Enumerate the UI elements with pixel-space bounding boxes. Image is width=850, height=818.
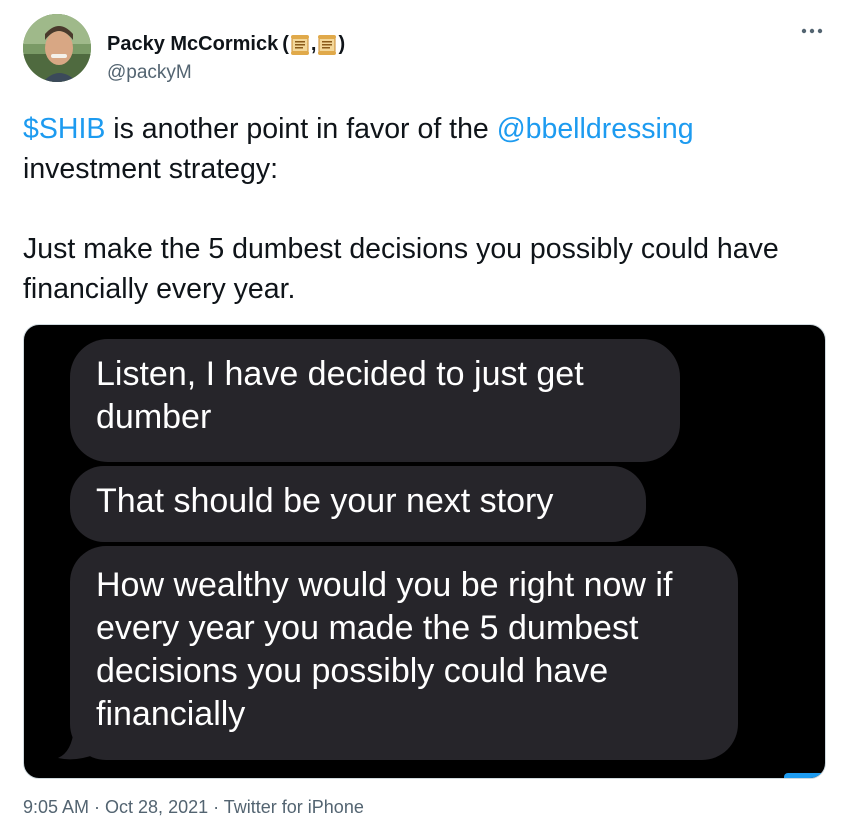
media-overlay-badge: [784, 773, 825, 778]
tweet-timestamp[interactable]: 9:05 AM · Oct 28, 2021 · Twitter for iPh…: [23, 797, 364, 818]
scroll-icon: [316, 34, 338, 56]
cashtag-link[interactable]: $SHIB: [23, 113, 105, 145]
author-name-row[interactable]: Packy McCormick ( ,): [107, 33, 345, 56]
tweet-header: Packy McCormick ( ,) @packyM: [23, 14, 830, 86]
paren-open: (: [282, 33, 289, 55]
bubble-tail: [56, 728, 96, 762]
tweet-text-part-2: investment strategy:: [23, 153, 279, 185]
message-bubble: Listen, I have decided to just get dumbe…: [70, 339, 680, 462]
tweet-paragraph-2: Just make the 5 dumbest decisions you po…: [23, 233, 779, 305]
mention-link[interactable]: @bbelldressing: [497, 113, 694, 145]
tweet-text-part-1: is another point in favor of the: [105, 113, 497, 145]
author-display-name[interactable]: Packy McCormick: [107, 33, 278, 56]
message-bubble: How wealthy would you be right now if ev…: [70, 546, 738, 760]
tweet-paragraph-1: $SHIB is another point in favor of the @…: [23, 109, 823, 189]
author-handle[interactable]: @packyM: [107, 62, 192, 84]
tweet-media-image[interactable]: Listen, I have decided to just get dumbe…: [23, 324, 826, 779]
paren-close: ): [338, 33, 346, 55]
message-bubble: That should be your next story: [70, 466, 646, 542]
name-emoji-group: ( ,): [282, 33, 345, 56]
avatar[interactable]: [23, 14, 91, 82]
scroll-icon: [289, 34, 311, 56]
more-horizontal-icon[interactable]: [800, 24, 824, 36]
tweet-text: $SHIB is another point in favor of the @…: [23, 109, 823, 309]
